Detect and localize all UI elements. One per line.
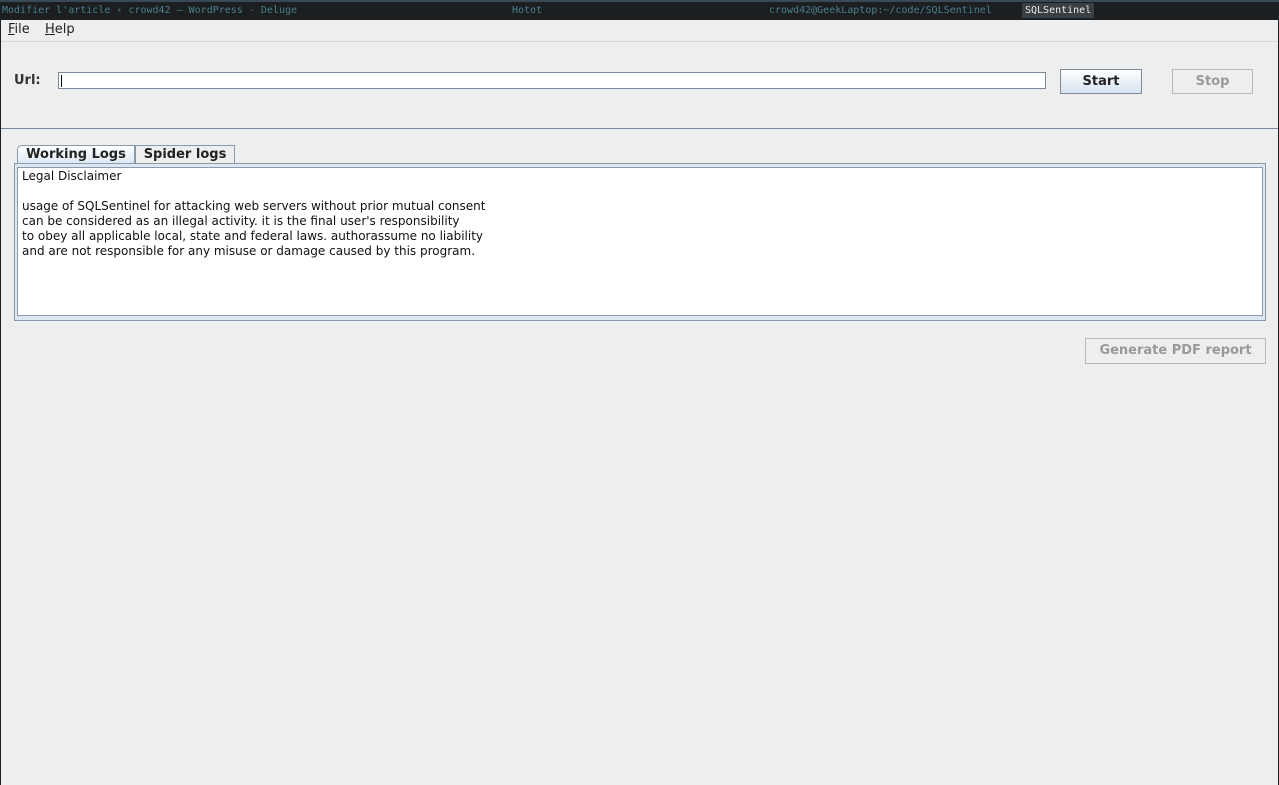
menu-file-label: ile: [14, 22, 30, 37]
url-input[interactable]: [58, 72, 1046, 89]
stop-button[interactable]: Stop: [1172, 69, 1253, 94]
taskbar-item-terminal[interactable]: crowd42@GeekLaptop:~/code/SQLSentinel: [769, 3, 992, 18]
taskbar-item-hotot[interactable]: Hotot: [512, 3, 542, 18]
menu-help-label: elp: [54, 22, 75, 37]
url-label: Url:: [14, 73, 41, 88]
app-window: File Help Url: Start Stop Working Logs S…: [0, 20, 1279, 785]
taskbar-item-deluge[interactable]: Modifier l'article ‹ crowd42 — WordPress…: [2, 3, 297, 18]
working-log-textarea[interactable]: Legal Disclaimer usage of SQLSentinel fo…: [17, 167, 1263, 316]
text-caret: [61, 75, 62, 87]
taskbar: Modifier l'article ‹ crowd42 — WordPress…: [0, 0, 1279, 20]
tab-spider-logs[interactable]: Spider logs: [135, 145, 235, 164]
menu-file[interactable]: File: [8, 21, 30, 39]
section-divider: [1, 128, 1278, 129]
menu-bar: File Help: [1, 20, 1278, 42]
generate-pdf-report-button[interactable]: Generate PDF report: [1085, 338, 1266, 364]
tab-panel: Legal Disclaimer usage of SQLSentinel fo…: [14, 163, 1266, 321]
tab-working-logs[interactable]: Working Logs: [17, 145, 135, 164]
start-button[interactable]: Start: [1060, 69, 1142, 94]
taskbar-top-line: [0, 0, 1279, 2]
taskbar-item-sqlsentinel[interactable]: SQLSentinel: [1022, 3, 1095, 18]
menu-help-mnemonic: H: [45, 22, 55, 37]
menu-help[interactable]: Help: [45, 21, 75, 39]
